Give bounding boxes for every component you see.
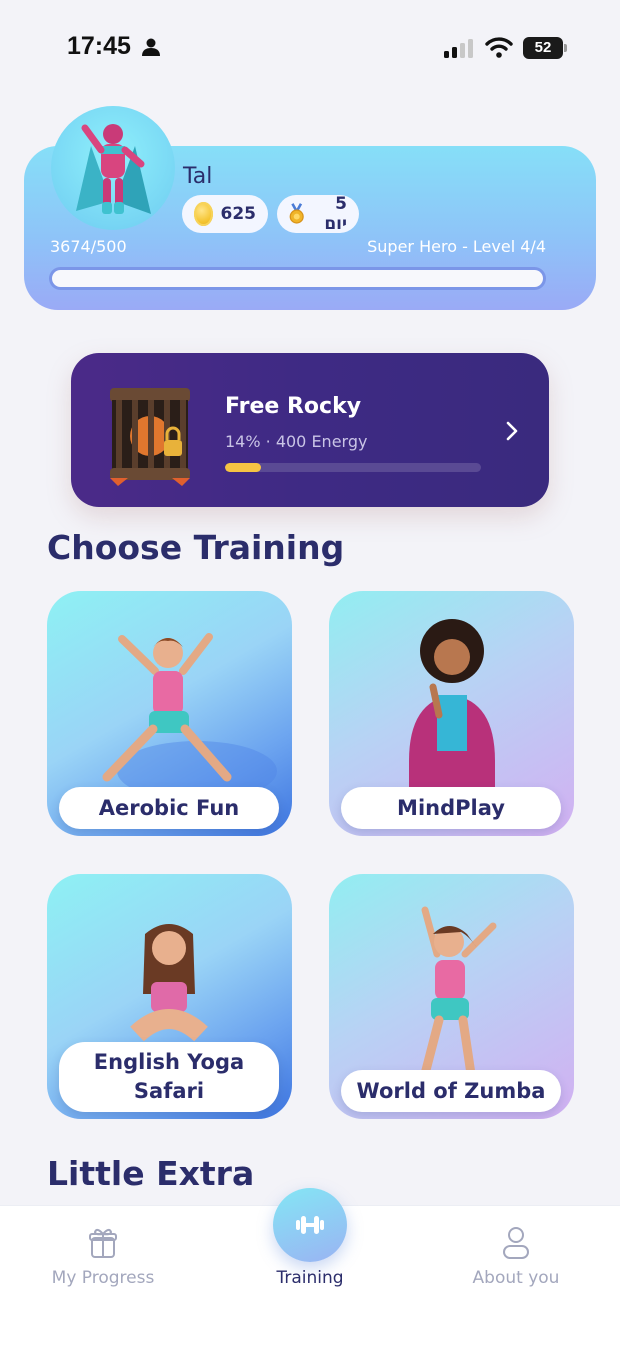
training-card-aerobic-fun[interactable]: Aerobic Fun <box>47 591 292 836</box>
locked-cage-icon <box>110 388 190 486</box>
profile-name: Tal <box>183 164 213 189</box>
person-icon <box>142 38 160 56</box>
nav-about-you[interactable]: About you <box>456 1226 576 1288</box>
rocky-title: Free Rocky <box>225 394 362 419</box>
xp-progress-fill <box>52 270 543 287</box>
training-label: Aerobic Fun <box>59 787 279 829</box>
medal-icon <box>289 203 304 224</box>
battery-icon: 52 <box>523 37 567 59</box>
rocky-progress-fill <box>225 463 261 472</box>
xp-progress-text: 3674/500 <box>50 237 127 256</box>
streak-count: 5 יום <box>324 194 347 234</box>
battery-level: 52 <box>534 39 552 56</box>
wifi-icon <box>485 37 513 58</box>
rocky-subtitle: 14% · 400 Energy <box>225 432 368 451</box>
cellular-signal-icon <box>444 39 473 58</box>
status-time: 17:45 <box>67 32 131 60</box>
chevron-right-icon[interactable] <box>503 420 521 442</box>
coins-badge[interactable]: 625 <box>182 195 268 233</box>
dumbbell-icon <box>296 1216 324 1234</box>
gift-icon <box>89 1228 117 1258</box>
nav-about-you-label: About you <box>472 1268 560 1288</box>
xp-progress-bar <box>49 267 546 290</box>
training-card-world-of-zumba[interactable]: World of Zumba <box>329 874 574 1119</box>
training-label: MindPlay <box>341 787 561 829</box>
status-bar: 17:45 52 <box>0 0 620 96</box>
training-label: English Yoga Safari <box>59 1042 279 1112</box>
user-icon <box>503 1227 529 1259</box>
training-card-english-yoga-safari[interactable]: English Yoga Safari <box>47 874 292 1119</box>
nav-my-progress[interactable]: My Progress <box>40 1226 166 1288</box>
little-extra-heading: Little Extra <box>47 1154 255 1193</box>
nav-my-progress-label: My Progress <box>51 1268 155 1288</box>
rocky-progress-bar <box>225 463 481 472</box>
training-label: World of Zumba <box>341 1070 561 1112</box>
nav-training-label[interactable]: Training <box>260 1268 360 1288</box>
training-card-mindplay[interactable]: MindPlay <box>329 591 574 836</box>
level-text: Super Hero - Level 4/4 <box>367 237 546 256</box>
avatar[interactable] <box>51 106 175 230</box>
streak-badge[interactable]: 5 יום <box>277 194 359 234</box>
choose-training-heading: Choose Training <box>47 528 345 567</box>
nav-training-button[interactable] <box>273 1188 347 1262</box>
coin-icon <box>194 202 213 226</box>
coins-count: 625 <box>220 204 257 224</box>
